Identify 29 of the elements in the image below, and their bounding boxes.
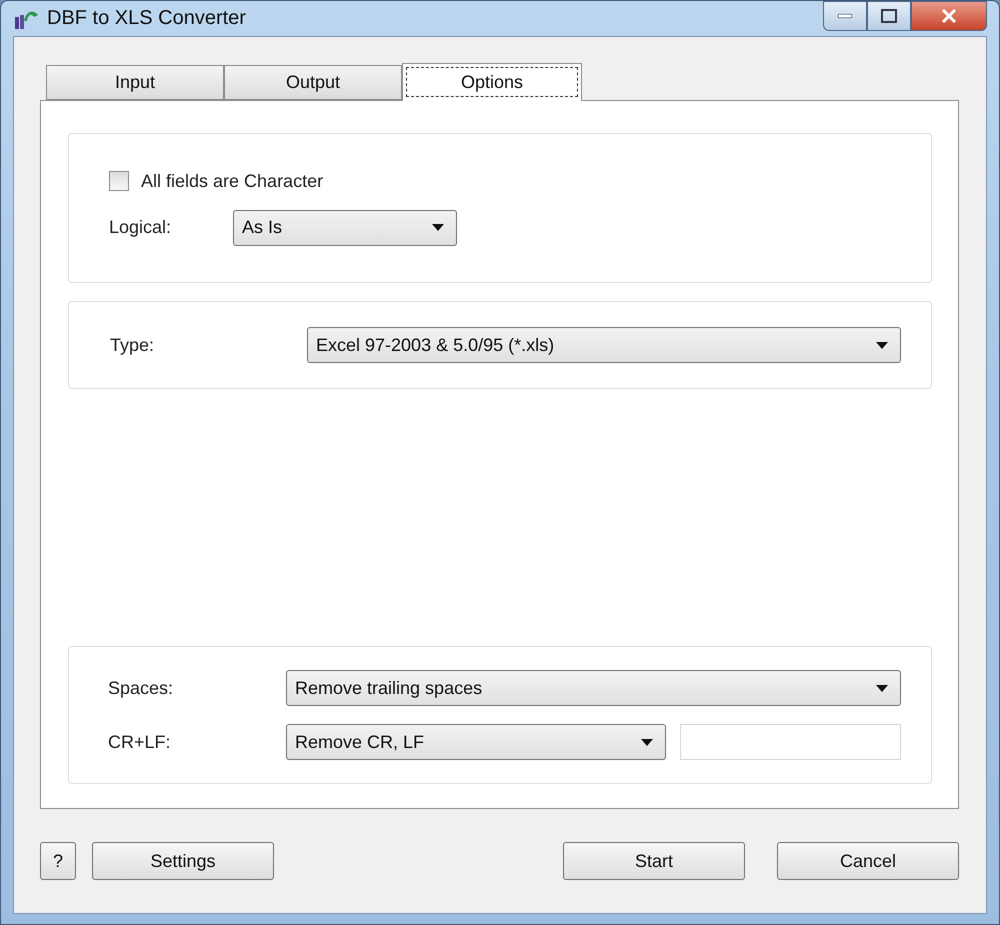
close-icon [941, 9, 957, 23]
crlf-dropdown[interactable]: Remove CR, LF [286, 724, 666, 760]
type-label: Type: [110, 334, 156, 356]
tab[interactable]: Options [402, 63, 582, 101]
checkbox-label: All fields are Character [141, 170, 324, 192]
replacement-field[interactable] [680, 724, 901, 760]
settings-button[interactable]: Settings [92, 842, 274, 880]
tab[interactable]: Input [46, 65, 224, 100]
window-title: DBF to XLS Converter [47, 7, 246, 30]
spaces-dropdown[interactable]: Remove trailing spaces [286, 670, 901, 706]
caret-icon [432, 224, 444, 231]
type-dropdown[interactable]: Excel 97-2003 & 5.0/95 (*.xls) [307, 327, 901, 363]
spaces-label: Spaces: [108, 678, 174, 698]
caret-icon [876, 684, 888, 692]
maximize-icon [881, 9, 897, 23]
start-button[interactable]: Start [563, 842, 745, 880]
minimize-button[interactable] [823, 1, 867, 31]
cancel-button[interactable]: Cancel [777, 842, 959, 880]
checkbox[interactable] [109, 171, 129, 191]
caret-icon [876, 342, 888, 348]
tab[interactable]: Output [224, 65, 402, 100]
maximize-button[interactable] [867, 1, 911, 31]
caret-icon [641, 738, 654, 746]
minimize-icon [838, 14, 852, 18]
close-button[interactable] [911, 1, 987, 31]
logical-dropdown[interactable]: As Is [233, 210, 457, 246]
crlf-label: CR+LF: [108, 732, 172, 752]
logical-label: Logical: [109, 217, 172, 238]
help-button[interactable]: ? [40, 842, 76, 880]
